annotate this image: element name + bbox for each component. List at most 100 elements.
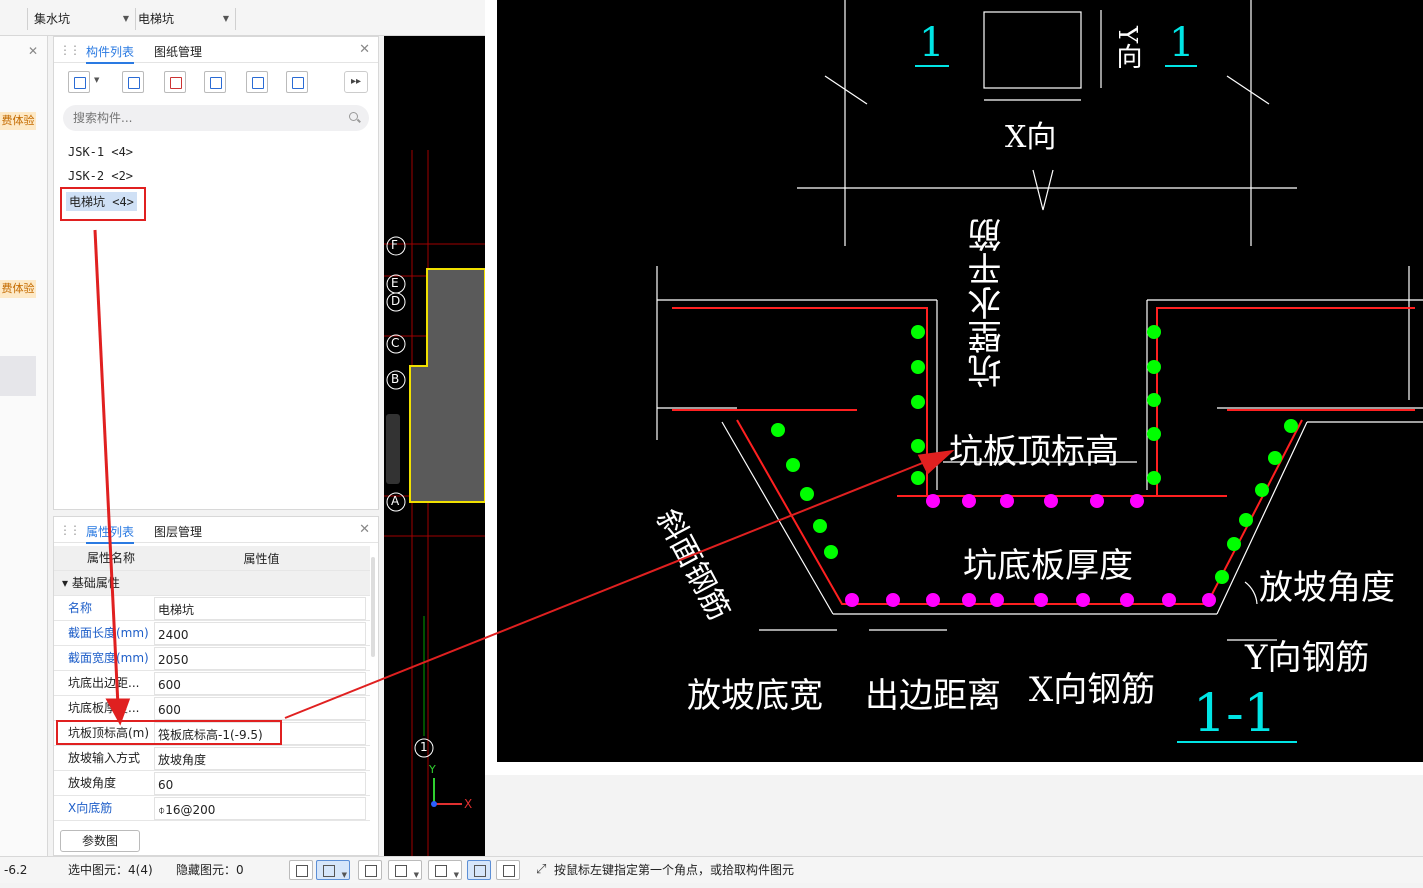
plan-mark-right: 1	[1169, 20, 1195, 66]
copy-component-button[interactable]	[122, 71, 144, 93]
search-input[interactable]	[63, 105, 369, 131]
tab-properties[interactable]: 属性列表	[86, 523, 135, 544]
close-icon[interactable]: ✕	[359, 42, 370, 57]
component-select-value: 电梯坑	[138, 12, 175, 26]
snap-button[interactable]: ▼	[428, 860, 462, 880]
hidden-count: 隐藏图元：0	[176, 863, 244, 877]
section-title: 1-1	[1193, 684, 1277, 744]
x-direction-label: X向	[1005, 120, 1057, 155]
slab-top-elevation-label: 坑板顶标高	[949, 432, 1119, 472]
axis-label: E	[391, 276, 399, 290]
component-toolbar: ▼ ▸▸	[54, 63, 378, 99]
property-value[interactable]: 600	[154, 697, 366, 720]
table-row[interactable]: X向底筋 ⌽16@200	[54, 796, 370, 821]
new-component-button[interactable]	[68, 71, 90, 93]
wall-horizontal-rebar-label: 坑壁水平筋	[968, 218, 1008, 388]
list-item[interactable]: JSK-2 <2>	[68, 169, 133, 183]
coordinate-readout: -6.2	[4, 863, 28, 877]
ortho-toggle-button[interactable]	[289, 860, 313, 880]
left-select[interactable]	[0, 8, 28, 30]
list-item[interactable]: JSK-1 <4>	[68, 145, 133, 159]
type-select-value: 集水坑	[34, 12, 71, 26]
drag-handle-icon[interactable]: ⋮⋮	[59, 43, 81, 57]
y-rebar-label: Y向钢筋	[1245, 638, 1370, 678]
axis-label: A	[391, 494, 400, 508]
properties-panel-tabs: ⋮⋮ 属性列表 图层管理 ✕	[54, 517, 378, 544]
selected-count: 选中图元：4(4)	[68, 863, 153, 877]
chevron-down-icon: ▼	[222, 14, 229, 23]
plan-mark-left: 1	[919, 20, 945, 66]
slope-angle-label: 放坡角度	[1259, 568, 1395, 608]
top-toolbar: 集水坑 ▼ 电梯坑 ▼	[0, 0, 485, 36]
property-table: 属性名称 属性值 ▾ 基础属性 名称 电梯坑 截面长度(mm) 2400 截面宽度(…	[54, 546, 370, 821]
edge-distance-label: 出边距离	[865, 676, 1001, 716]
component-select[interactable]: 电梯坑 ▼	[132, 8, 236, 30]
table-row[interactable]: 坑底板厚度... 600	[54, 696, 370, 721]
more-button[interactable]: ▸▸	[344, 71, 368, 93]
strip-selected-item[interactable]	[0, 356, 36, 396]
scrollbar[interactable]	[371, 557, 375, 657]
angle-button[interactable]: ▼	[388, 860, 422, 880]
export-button[interactable]	[286, 71, 308, 93]
axis-label: B	[391, 372, 400, 386]
tab-layer-management[interactable]: 图层管理	[154, 523, 202, 540]
properties-panel: ⋮⋮ 属性列表 图层管理 ✕ 属性名称 属性值 ▾ 基础属性 名称 电梯坑 截面长…	[53, 516, 379, 856]
axis-number: 1	[420, 740, 428, 754]
property-name: 放坡输入方式	[68, 751, 141, 765]
close-icon[interactable]: ✕	[359, 522, 370, 537]
close-icon[interactable]: ✕	[28, 44, 38, 58]
left-side-panel: ✕ 费体验 费体验	[0, 36, 48, 856]
property-value[interactable]: 2050	[154, 647, 366, 670]
cross-select-button[interactable]	[358, 860, 382, 880]
property-name: X向底筋	[68, 801, 113, 815]
header-value: 属性值	[243, 552, 280, 566]
delete-component-button[interactable]	[164, 71, 186, 93]
status-bar: -6.2 选中图元：4(4) 隐藏图元：0 ▼ ▼ ▼ ⤢ 按鼠标左键指定第一个…	[0, 856, 1423, 883]
property-group-label: ▾ 基础属性	[62, 576, 120, 590]
property-value[interactable]: 600	[154, 672, 366, 695]
table-header: 属性名称 属性值	[54, 546, 370, 571]
property-name: 坑底板厚度...	[68, 701, 140, 715]
axis-label: C	[391, 336, 400, 350]
search-icon[interactable]	[349, 112, 358, 121]
table-row[interactable]: 截面长度(mm) 2400	[54, 621, 370, 646]
drag-handle-icon[interactable]: ⋮⋮	[59, 523, 81, 537]
chevron-down-icon[interactable]: ▼	[94, 76, 99, 84]
table-row[interactable]: 坑底出边距... 600	[54, 671, 370, 696]
type-select[interactable]: 集水坑 ▼	[28, 8, 136, 30]
component-list-panel: ⋮⋮ 构件列表 图纸管理 ✕ ▼ ▸▸ JSK-1 <4> JSK-2 <2> …	[53, 36, 379, 510]
highlight-box	[60, 187, 146, 221]
tab-component-list[interactable]: 构件列表	[86, 43, 135, 64]
table-row[interactable]: 截面宽度(mm) 2050	[54, 646, 370, 671]
cad-canvas[interactable]: F E D C B A 1 X Y	[384, 36, 485, 856]
table-row[interactable]: 放坡角度 60	[54, 771, 370, 796]
property-name: 坑底出边距...	[68, 676, 140, 690]
bottom-slab-thickness-label: 坑底板厚度	[963, 546, 1133, 586]
property-value[interactable]: 电梯坑	[154, 597, 366, 620]
chevron-down-icon: ▼	[122, 14, 129, 23]
detail-image-panel: 1 1 Y向 X向 坑壁水平筋 坑板顶标高 斜面钢筋 坑底板厚度 放坡角度 Y向…	[485, 0, 1423, 775]
table-row[interactable]: 放坡输入方式 放坡角度	[54, 746, 370, 771]
property-name: 名称	[68, 601, 93, 615]
select-mode-button[interactable]: ▼	[316, 860, 350, 880]
display-toggle-button[interactable]	[467, 860, 491, 880]
trial-badge[interactable]: 费体验	[0, 112, 36, 130]
parameter-diagram-button[interactable]: 参数图	[60, 830, 140, 852]
save-layer-button[interactable]	[246, 71, 268, 93]
table-row[interactable]: 名称 电梯坑	[54, 596, 370, 621]
property-value[interactable]: 60	[154, 772, 366, 795]
track-button[interactable]	[496, 860, 520, 880]
tab-drawing-management[interactable]: 图纸管理	[154, 43, 202, 60]
axis-label: D	[391, 294, 401, 308]
property-group[interactable]: ▾ 基础属性	[54, 571, 370, 596]
x-rebar-label: X向钢筋	[1029, 670, 1156, 710]
property-name: 截面长度(mm)	[68, 626, 149, 640]
chevron-down-icon: ▼	[453, 871, 459, 879]
property-value[interactable]: 放坡角度	[154, 747, 366, 770]
x-axis-label: X	[464, 797, 473, 811]
duplicate-button[interactable]	[204, 71, 226, 93]
property-value[interactable]: ⌽16@200	[154, 797, 366, 820]
trial-badge[interactable]: 费体验	[0, 280, 36, 298]
property-value[interactable]: 2400	[154, 622, 366, 645]
y-direction-label: Y向	[1112, 26, 1142, 70]
